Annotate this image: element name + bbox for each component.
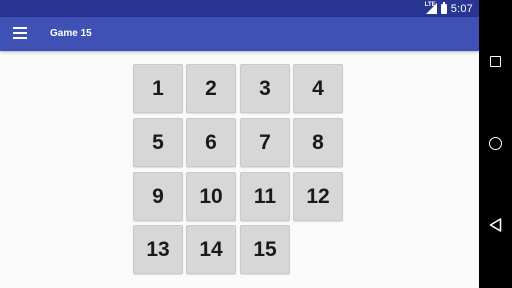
status-clock: 5:07 xyxy=(450,2,473,15)
app-toolbar: Game 15 xyxy=(0,17,479,51)
tile-1[interactable]: 1 xyxy=(133,64,183,113)
tile-9[interactable]: 9 xyxy=(133,172,183,221)
system-nav-bar xyxy=(479,0,512,288)
tile-14[interactable]: 14 xyxy=(186,225,236,274)
tile-12[interactable]: 12 xyxy=(293,172,343,221)
tile-6[interactable]: 6 xyxy=(186,118,236,167)
tile-5[interactable]: 5 xyxy=(133,118,183,167)
app-screen: LTE 5:07 Game 15 1 2 3 4 5 6 7 8 9 10 11… xyxy=(0,0,479,288)
hamburger-menu-icon[interactable] xyxy=(13,27,27,41)
tile-8[interactable]: 8 xyxy=(293,118,343,167)
status-icons: LTE 5:07 xyxy=(425,0,473,17)
tile-2[interactable]: 2 xyxy=(186,64,236,113)
back-icon[interactable] xyxy=(489,218,503,232)
tile-7[interactable]: 7 xyxy=(240,118,290,167)
signal-icon: LTE xyxy=(425,2,437,14)
battery-icon xyxy=(440,1,447,14)
tile-11[interactable]: 11 xyxy=(240,172,290,221)
tile-4[interactable]: 4 xyxy=(293,64,343,113)
recents-icon[interactable] xyxy=(490,56,501,67)
puzzle-board: 1 2 3 4 5 6 7 8 9 10 11 12 13 14 15 xyxy=(133,64,345,276)
app-title: Game 15 xyxy=(50,28,92,39)
tile-3[interactable]: 3 xyxy=(240,64,290,113)
home-icon[interactable] xyxy=(489,137,502,150)
tile-10[interactable]: 10 xyxy=(186,172,236,221)
tile-15[interactable]: 15 xyxy=(240,225,290,274)
status-bar: LTE 5:07 xyxy=(0,0,479,17)
tile-13[interactable]: 13 xyxy=(133,225,183,274)
